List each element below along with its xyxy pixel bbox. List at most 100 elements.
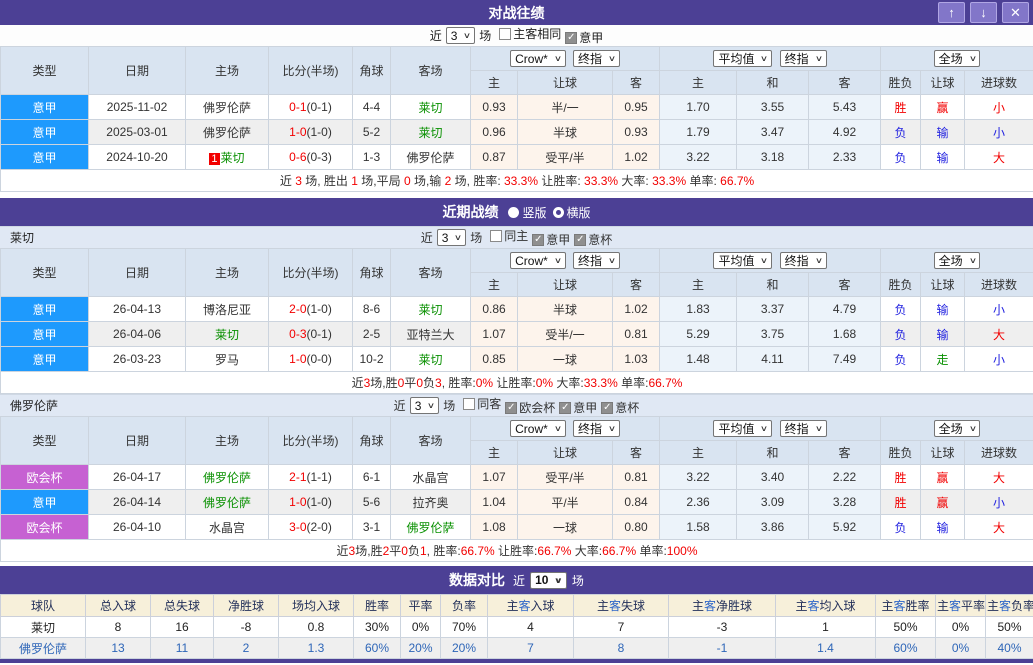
average-select[interactable]: 平均值∨ [713, 252, 772, 269]
scope-select[interactable]: 全场∨ [934, 252, 981, 269]
table-cell: 26-04-13 [89, 297, 186, 322]
fiorentina-count-select[interactable]: 3 ∨ [410, 397, 440, 414]
table-cell: 莱切 [1, 617, 86, 638]
col-h-home: 主 [471, 71, 518, 95]
table-footer: 近3场,胜2平0负1, 胜率:66.7% 让胜率:66.7% 大率:66.7% … [1, 540, 1033, 562]
col-score: 比分(半场) [269, 249, 353, 297]
compare-count-select[interactable]: 10 ∨ [530, 572, 567, 589]
lecce-count-select[interactable]: 3 ∨ [437, 229, 467, 246]
col-date: 日期 [89, 417, 186, 465]
table-cell: 罗马 [186, 347, 269, 372]
odds-company-select[interactable]: Crow*∨ [510, 50, 566, 67]
text-segment: 0% [476, 376, 493, 390]
table-cell: 50% [986, 617, 1033, 638]
score-halftime: (0-0) [307, 352, 332, 366]
cell-text: 佛罗伦萨 [203, 471, 251, 485]
bottom-divider [0, 659, 1033, 663]
checkbox-icon: ✓ [601, 402, 613, 414]
checkbox-icon [490, 230, 502, 242]
cell-text: 亚特兰大 [406, 328, 454, 342]
table-cell: 0-1(0-1) [269, 95, 353, 120]
final-odds-select[interactable]: 终指∨ [573, 420, 620, 437]
radio-vertical-layout[interactable]: 竖版 [508, 204, 546, 221]
col-corner: 角球 [353, 249, 391, 297]
text-segment: 66.7% [720, 174, 754, 188]
final-odds-select[interactable]: 终指∨ [573, 50, 620, 67]
scope-select[interactable]: 全场∨ [934, 50, 981, 67]
table-cell: 2-5 [353, 322, 391, 347]
scroll-up-button[interactable]: ↑ [938, 2, 965, 23]
column-header: 主客胜率 [876, 595, 936, 617]
table-cell: 60% [876, 638, 936, 659]
score-halftime: (0-1) [307, 327, 332, 341]
scope-select[interactable]: 全场∨ [934, 420, 981, 437]
column-header: 球队 [1, 595, 86, 617]
table-cell: -3 [669, 617, 776, 638]
cell-text: 小 [993, 101, 1005, 115]
table-cell: 佛罗伦萨 [391, 145, 471, 170]
scroll-down-button[interactable]: ↓ [970, 2, 997, 23]
h2h-checkbox-group: 主客相同✓意甲 [495, 25, 603, 46]
checkbox-意杯[interactable]: ✓意杯 [601, 399, 639, 416]
close-button[interactable]: ✕ [1002, 2, 1029, 23]
chevron-down-icon: ∨ [427, 401, 435, 410]
cell-text: 负 [895, 521, 907, 535]
table-cell: 2-0(1-0) [269, 297, 353, 322]
col-away: 客场 [391, 417, 471, 465]
col-goals: 进球数 [965, 71, 1033, 95]
games-label: 场 [479, 27, 491, 44]
text-segment: 33.3% [584, 174, 618, 188]
checkbox-icon [499, 28, 511, 40]
radio-horizontal-layout[interactable]: 横版 [553, 204, 591, 221]
compare-table: 球队总入球总失球净胜球场均入球胜率平率负率主客入球主客失球主客净胜球主客均入球主… [0, 594, 1033, 659]
checkbox-意杯[interactable]: ✓意杯 [574, 231, 612, 248]
final-odds-select[interactable]: 终指∨ [780, 420, 827, 437]
checkbox-意甲[interactable]: ✓意甲 [532, 231, 570, 248]
table-cell: 0.93 [613, 120, 660, 145]
average-select[interactable]: 平均值∨ [713, 50, 772, 67]
table-cell: 0.86 [471, 297, 518, 322]
col-a-home: 主 [660, 273, 737, 297]
cell-text: 意甲 [32, 328, 56, 342]
table-cell: 莱切 [391, 347, 471, 372]
table-cell: 意甲 [1, 490, 89, 515]
select-value: Crow* [515, 254, 548, 268]
odds-company-select[interactable]: Crow*∨ [510, 420, 566, 437]
checkbox-意甲[interactable]: ✓意甲 [565, 29, 603, 46]
table-cell: 一球 [518, 347, 613, 372]
checkbox-主客相同[interactable]: 主客相同 [499, 25, 561, 42]
checkbox-意甲[interactable]: ✓意甲 [559, 399, 597, 416]
checkbox-label: 同主 [504, 227, 528, 244]
text-segment: 客 [609, 599, 621, 613]
table-cell: 1-3 [353, 145, 391, 170]
table-cell: 半球 [518, 120, 613, 145]
col-a-away: 客 [809, 71, 881, 95]
h2h-filterbar: 近 3 ∨ 场 主客相同✓意甲 [0, 25, 1033, 46]
table-cell: -1 [669, 638, 776, 659]
chevron-down-icon: ∨ [554, 256, 562, 265]
cell-text: 输 [937, 126, 949, 140]
chevron-down-icon: ∨ [554, 424, 562, 433]
h2h-count-select[interactable]: 3 ∨ [446, 27, 476, 44]
checkbox-label: 意杯 [588, 231, 612, 248]
cell-text: 莱切 [418, 126, 442, 140]
table-cell: 1.3 [279, 638, 354, 659]
checkbox-同主[interactable]: 同主 [490, 227, 528, 244]
checkbox-同客[interactable]: 同客 [463, 395, 501, 412]
cell-text: 博洛尼亚 [203, 303, 251, 317]
text-segment: 净胜球 [228, 599, 264, 613]
final-odds-select[interactable]: 终指∨ [780, 50, 827, 67]
average-select[interactable]: 平均值∨ [713, 420, 772, 437]
col-h-away: 客 [613, 71, 660, 95]
games-label: 场 [443, 397, 455, 414]
col-a-draw: 和 [737, 273, 809, 297]
table-cell: 莱切 [391, 297, 471, 322]
text-segment: , 胜率: [427, 544, 461, 558]
final-odds-select[interactable]: 终指∨ [780, 252, 827, 269]
checkbox-欧会杯[interactable]: ✓欧会杯 [505, 399, 555, 416]
text-segment: 单率: [686, 174, 720, 188]
select-value: 终指 [578, 50, 602, 67]
odds-company-select[interactable]: Crow* ∨ [510, 252, 566, 269]
final-odds-select[interactable]: 终指∨ [573, 252, 620, 269]
text-segment: 失球 [621, 599, 645, 613]
